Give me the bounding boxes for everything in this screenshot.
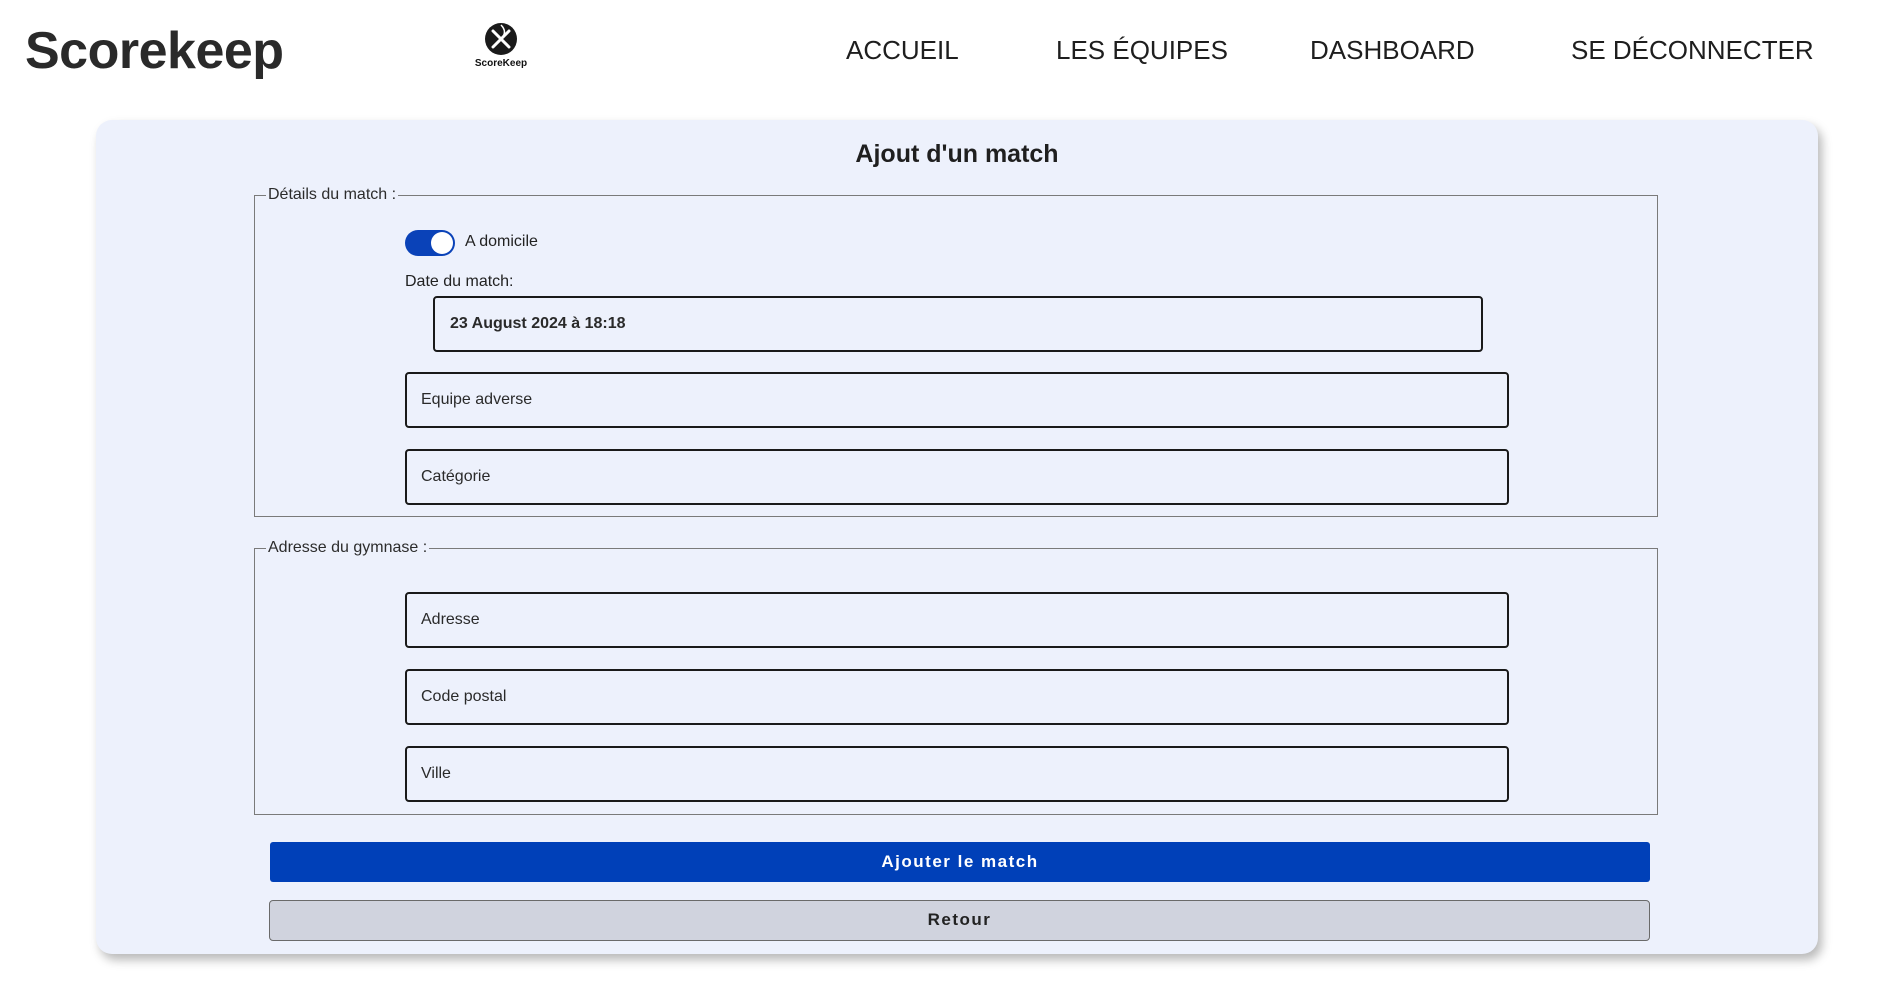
city-input[interactable]: Ville <box>405 746 1509 802</box>
nav-accueil[interactable]: ACCUEIL <box>846 30 959 70</box>
toggle-knob <box>431 232 453 254</box>
postal-code-input[interactable]: Code postal <box>405 669 1509 725</box>
gym-address-legend: Adresse du gymnase : <box>268 539 428 556</box>
address-input[interactable]: Adresse <box>405 592 1509 648</box>
page-title: Ajout d'un match <box>855 140 1059 168</box>
nav-dashboard[interactable]: DASHBOARD <box>1310 30 1475 70</box>
nav-logout[interactable]: SE DÉCONNECTER <box>1571 30 1814 70</box>
gym-address-fieldset: Adresse du gymnase : Adresse Code postal… <box>254 539 1658 815</box>
match-details-fieldset: Détails du match : A domicile Date du ma… <box>254 186 1658 517</box>
add-match-card: Ajout d'un match Détails du match : A do… <box>96 120 1818 954</box>
opponent-input[interactable]: Equipe adverse <box>405 372 1509 428</box>
category-input[interactable]: Catégorie <box>405 449 1509 505</box>
main-nav: ACCUEIL LES ÉQUIPES DASHBOARD SE DÉCONNE… <box>0 30 1896 70</box>
match-details-legend: Détails du match : <box>268 186 397 203</box>
nav-equipes[interactable]: LES ÉQUIPES <box>1056 30 1228 70</box>
date-input[interactable]: 23 August 2024 à 18:18 <box>433 296 1483 352</box>
date-label: Date du match: <box>405 273 514 290</box>
back-button[interactable]: Retour <box>269 900 1650 941</box>
home-toggle[interactable] <box>405 230 455 256</box>
add-match-button[interactable]: Ajouter le match <box>270 842 1650 882</box>
home-toggle-label: A domicile <box>465 233 538 250</box>
